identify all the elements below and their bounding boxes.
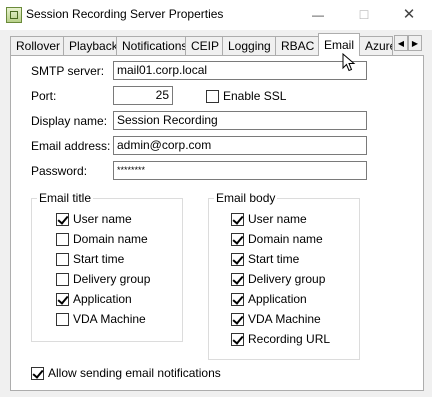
title-vda-machine-label[interactable]: VDA Machine	[73, 312, 146, 326]
port-input[interactable]: 25	[113, 86, 173, 105]
title-vda-machine-checkbox[interactable]	[56, 313, 69, 326]
title-domain-name-checkbox[interactable]	[56, 233, 69, 246]
maximize-button[interactable]: ☐	[341, 0, 387, 30]
tab-scroll-right-button[interactable]: ▶	[408, 35, 422, 51]
tab-rollover[interactable]: Rollover	[10, 36, 64, 55]
port-label: Port:	[31, 89, 57, 103]
body-start-time-checkbox[interactable]	[231, 253, 244, 266]
body-application-label[interactable]: Application	[248, 292, 307, 306]
app-icon	[6, 7, 22, 23]
tab-scroll-left-button[interactable]: ◀	[394, 35, 408, 51]
email-tab-page: SMTP server: mail01.corp.local Port: 25 …	[10, 55, 424, 391]
email-body-legend: Email body	[214, 191, 278, 205]
tab-logging[interactable]: Logging	[222, 36, 276, 55]
title-start-time-checkbox[interactable]	[56, 253, 69, 266]
title-domain-name-label[interactable]: Domain name	[73, 232, 148, 246]
display-name-input[interactable]: Session Recording	[113, 111, 367, 130]
title-delivery-group-label[interactable]: Delivery group	[73, 272, 150, 286]
title-application-checkbox[interactable]	[56, 293, 69, 306]
title-start-time-label[interactable]: Start time	[73, 252, 124, 266]
smtp-server-label: SMTP server:	[31, 64, 105, 78]
body-recording-url-checkbox[interactable]	[231, 333, 244, 346]
email-address-input[interactable]: admin@corp.com	[113, 136, 367, 155]
enable-ssl-label[interactable]: Enable SSL	[223, 89, 286, 103]
enable-ssl-checkbox[interactable]	[206, 90, 219, 103]
body-delivery-group-label[interactable]: Delivery group	[248, 272, 325, 286]
body-user-name-checkbox[interactable]	[231, 213, 244, 226]
body-start-time-label[interactable]: Start time	[248, 252, 299, 266]
allow-notifications-label[interactable]: Allow sending email notifications	[48, 366, 221, 380]
tab-notifications[interactable]: Notifications	[116, 36, 187, 55]
title-user-name-label[interactable]: User name	[73, 212, 132, 226]
title-bar: Session Recording Server Properties — ☐ …	[0, 0, 432, 30]
smtp-server-input[interactable]: mail01.corp.local	[113, 61, 367, 80]
password-input[interactable]: ********	[113, 161, 367, 180]
window-title: Session Recording Server Properties	[26, 7, 224, 21]
body-application-checkbox[interactable]	[231, 293, 244, 306]
close-button[interactable]: ✕	[386, 0, 432, 30]
tab-rbac[interactable]: RBAC	[275, 36, 319, 55]
body-domain-name-checkbox[interactable]	[231, 233, 244, 246]
allow-notifications-checkbox[interactable]	[31, 367, 44, 380]
body-delivery-group-checkbox[interactable]	[231, 273, 244, 286]
body-vda-machine-label[interactable]: VDA Machine	[248, 312, 321, 326]
display-name-label: Display name:	[31, 114, 108, 128]
email-title-legend: Email title	[37, 191, 94, 205]
title-user-name-checkbox[interactable]	[56, 213, 69, 226]
tab-azure[interactable]: Azure	[359, 36, 393, 55]
minimize-button[interactable]: —	[295, 0, 341, 30]
mouse-cursor-icon	[342, 53, 356, 72]
title-delivery-group-checkbox[interactable]	[56, 273, 69, 286]
properties-window: Session Recording Server Properties — ☐ …	[0, 0, 432, 397]
body-user-name-label[interactable]: User name	[248, 212, 307, 226]
title-application-label[interactable]: Application	[73, 292, 132, 306]
tab-ceip[interactable]: CEIP	[185, 36, 223, 55]
tab-playback[interactable]: Playback	[63, 36, 118, 55]
body-vda-machine-checkbox[interactable]	[231, 313, 244, 326]
body-recording-url-label[interactable]: Recording URL	[248, 332, 330, 346]
password-label: Password:	[31, 164, 88, 178]
body-domain-name-label[interactable]: Domain name	[248, 232, 323, 246]
email-address-label: Email address:	[31, 139, 111, 153]
